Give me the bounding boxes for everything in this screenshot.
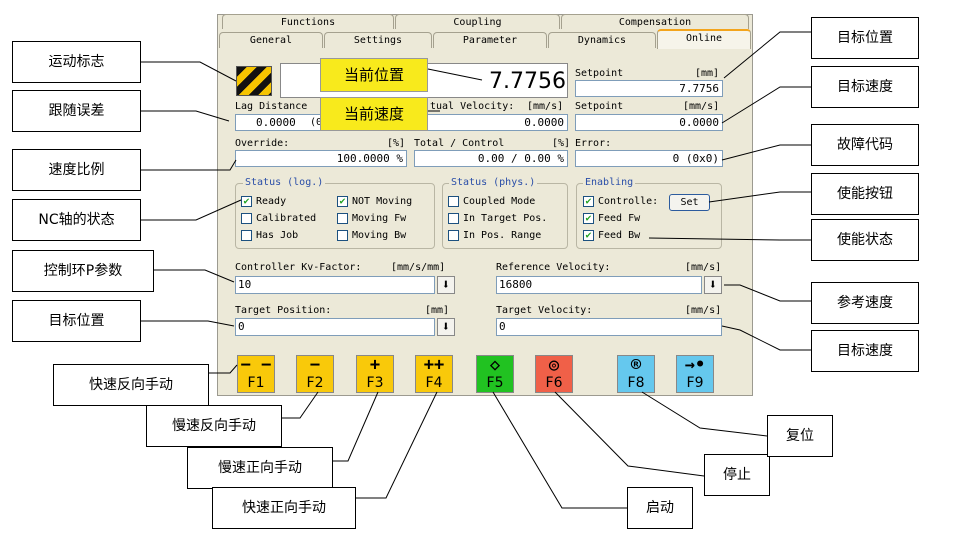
callout-kp-param: 控制环P参数 bbox=[12, 250, 154, 292]
callout-fast-forward: 快速正向手动 bbox=[212, 487, 356, 529]
callout-start: 启动 bbox=[627, 487, 693, 529]
callout-motion-flag: 运动标志 bbox=[12, 41, 141, 83]
callout-target-position-right: 目标位置 bbox=[811, 17, 919, 59]
callout-reset: 复位 bbox=[767, 415, 833, 457]
callout-lag-error: 跟随误差 bbox=[12, 90, 141, 132]
callout-reference-velocity: 参考速度 bbox=[811, 282, 919, 324]
callout-target-position-left: 目标位置 bbox=[12, 300, 141, 342]
callout-target-velocity-right: 目标速度 bbox=[811, 66, 919, 108]
callout-slow-reverse: 慢速反向手动 bbox=[146, 405, 282, 447]
callout-fault-code: 故障代码 bbox=[811, 124, 919, 166]
callout-fast-reverse: 快速反向手动 bbox=[53, 364, 209, 406]
callout-target-velocity-lower: 目标速度 bbox=[811, 330, 919, 372]
callout-nc-state: NC轴的状态 bbox=[12, 199, 141, 241]
callout-slow-forward: 慢速正向手动 bbox=[187, 447, 333, 489]
callout-enable-state: 使能状态 bbox=[811, 219, 919, 261]
callout-enable-button: 使能按钮 bbox=[811, 173, 919, 215]
callout-stop: 停止 bbox=[704, 454, 770, 496]
callout-speed-ratio: 速度比例 bbox=[12, 149, 141, 191]
